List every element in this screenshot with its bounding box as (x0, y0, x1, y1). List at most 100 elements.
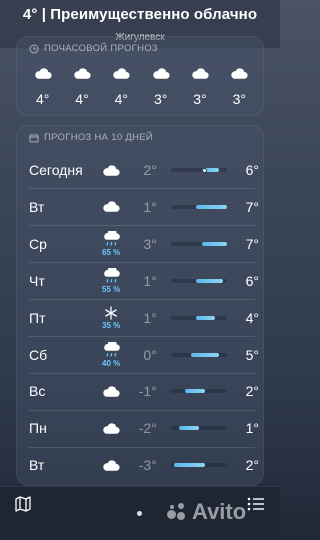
temp-range-fill (201, 241, 228, 246)
high-temp: 7° (245, 198, 259, 215)
hourly-list: 4° 4° 4° 3° 3° 3° (17, 63, 265, 107)
day-row[interactable]: Пн -2° 1° (29, 410, 259, 446)
day-name: Чт (29, 272, 45, 289)
avito-watermark: Avito (166, 499, 246, 525)
cloud-icon (192, 67, 209, 79)
precip-chance: 55 % (102, 284, 121, 294)
hourly-item: 4° (64, 63, 100, 107)
hourly-temp: 3° (193, 91, 207, 107)
cloud-icon (103, 423, 120, 434)
day-name: Вт (29, 198, 45, 215)
cloud-icon (103, 460, 120, 471)
day-name: Пн (29, 420, 47, 437)
hourly-forecast-card: ПОЧАСОВОЙ ПРОГНОЗ 4° 4° 4° 3° 3° 3° (16, 36, 264, 116)
rain-cloud-icon (104, 341, 120, 357)
high-temp: 7° (245, 235, 259, 252)
temp-range-bar (170, 315, 228, 320)
hourly-temp: 4° (35, 91, 50, 107)
low-temp: 0° (143, 346, 157, 363)
hourly-temp: 4° (114, 91, 128, 107)
temp-range-bar (170, 241, 228, 246)
high-temp: 4° (245, 309, 259, 326)
rain-cloud-icon (104, 267, 120, 283)
temp-range-fill (173, 463, 205, 468)
temp-range-bar (170, 204, 228, 209)
cloud-icon (103, 386, 120, 397)
high-temp: 5° (245, 346, 259, 363)
hourly-temp: 4° (75, 91, 89, 107)
calendar-icon (29, 134, 39, 142)
temp-range-fill (190, 352, 219, 357)
temp-range-fill (196, 278, 223, 283)
cloud-icon (152, 67, 170, 79)
cloud-icon (103, 164, 120, 176)
low-temp: 1° (143, 272, 157, 289)
daily-header: ПРОГНОЗ НА 10 ДНЕЙ (29, 132, 153, 143)
clock-icon (29, 44, 39, 53)
low-temp: -3° (138, 457, 157, 474)
page-indicator[interactable] (137, 511, 142, 516)
day-row[interactable]: Ср 65 % 3° 7° (29, 226, 259, 262)
temp-range-fill (184, 389, 205, 394)
low-temp: 3° (143, 235, 157, 252)
temp-range-bar (170, 167, 228, 173)
cloud-icon (74, 67, 91, 79)
low-temp: -2° (138, 420, 157, 437)
rain-cloud-icon (104, 230, 120, 246)
day-row[interactable]: Сегодня 2° 6° (29, 152, 259, 188)
cloud-icon (34, 67, 52, 79)
hourly-temp: 3° (153, 91, 168, 107)
hourly-item: 4° (103, 63, 139, 107)
temp-range-bar (170, 278, 228, 283)
map-button[interactable] (14, 495, 32, 518)
cloud-icon (113, 67, 130, 79)
day-row[interactable]: Вт 1° 7° (29, 189, 259, 225)
temp-range-fill (196, 204, 228, 209)
precip-chance: 65 % (102, 247, 121, 257)
temp-range-bar (170, 389, 228, 394)
day-row[interactable]: Сб 40 % 0° 5° (29, 337, 259, 373)
day-row[interactable]: Вт -3° 2° (29, 447, 259, 483)
list-icon (247, 497, 264, 511)
hourly-header: ПОЧАСОВОЙ ПРОГНОЗ (29, 43, 158, 54)
hourly-item: 4° (25, 63, 61, 107)
hourly-item: 3° (143, 63, 179, 107)
day-name: Сб (29, 346, 48, 363)
watermark-text: Avito (192, 499, 247, 524)
low-temp: 1° (143, 309, 157, 326)
day-name: Ср (29, 235, 47, 252)
day-name: Вс (29, 383, 46, 400)
hourly-title: ПОЧАСОВОЙ ПРОГНОЗ (44, 43, 158, 54)
daily-title: ПРОГНОЗ НА 10 ДНЕЙ (44, 132, 154, 143)
day-row[interactable]: Вс -1° 2° (29, 373, 259, 409)
high-temp: 2° (245, 383, 259, 400)
current-conditions: 4° | Преимущественно облачно (22, 6, 258, 23)
hourly-temp: 3° (232, 91, 246, 107)
precip-chance: 40 % (102, 358, 121, 368)
locations-list-button[interactable] (246, 495, 266, 518)
hourly-item: 3° (182, 63, 218, 107)
daily-forecast-card: ПРОГНОЗ НА 10 ДНЕЙ Сегодня 2° 6° Вт 1° 7° Ср 65… (16, 125, 264, 486)
temp-range-bar (170, 426, 228, 431)
temp-range-bar (170, 352, 228, 357)
map-icon (15, 496, 31, 512)
cloud-icon (103, 201, 120, 213)
snowflake-icon (105, 305, 118, 320)
day-name: Вт (29, 457, 45, 474)
low-temp: -1° (138, 383, 157, 400)
temp-range-fill (196, 315, 215, 320)
day-row[interactable]: Пт 35 % 1° 4° (29, 300, 259, 336)
high-temp: 6° (245, 272, 259, 289)
day-name: Сегодня (29, 162, 83, 178)
avito-logo-icon (166, 501, 188, 523)
high-temp: 1° (245, 420, 259, 437)
high-temp: 6° (245, 162, 259, 178)
temp-range-fill (179, 426, 200, 431)
day-name: Пт (29, 309, 46, 326)
temp-range-bar (170, 463, 228, 468)
precip-chance: 35 % (102, 320, 121, 330)
low-temp: 2° (143, 162, 157, 178)
day-row[interactable]: Чт 55 % 1° 6° (29, 263, 259, 299)
hourly-item: 3° (221, 63, 257, 107)
low-temp: 1° (143, 198, 157, 215)
